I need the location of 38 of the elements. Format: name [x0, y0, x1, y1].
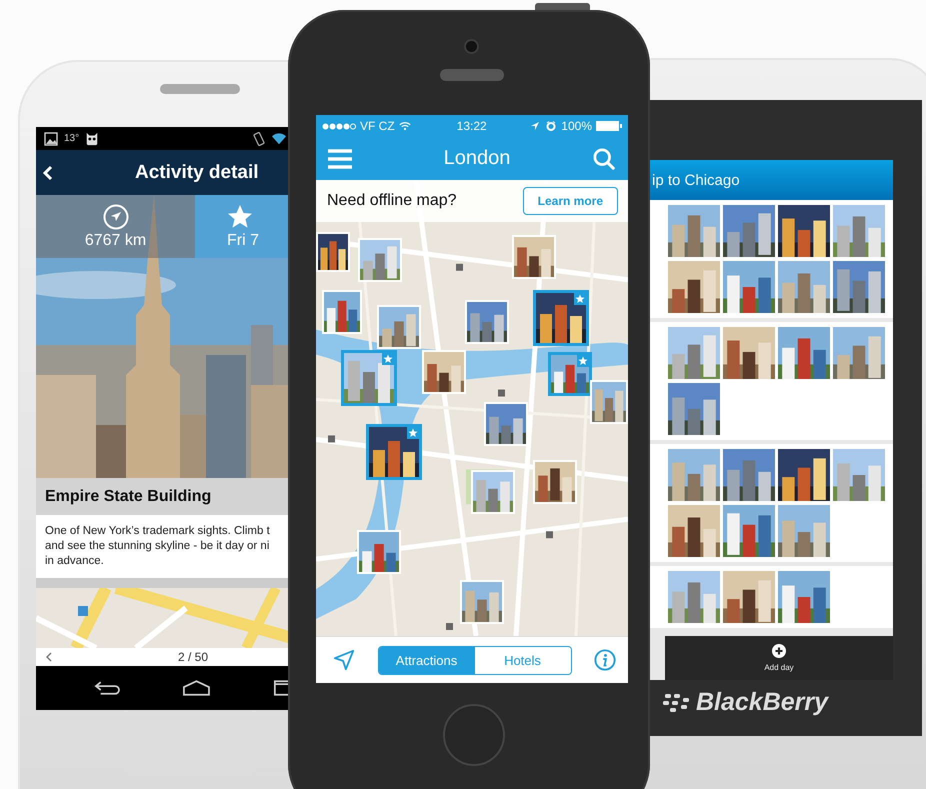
speaker-grille [440, 69, 504, 81]
navigation-icon[interactable] [333, 649, 355, 671]
page-counter: 2 / 50 [178, 650, 208, 664]
add-day-button[interactable]: Add day [665, 636, 893, 680]
back-icon[interactable] [93, 680, 122, 696]
screen-title: ip to Chicago [650, 160, 893, 200]
logo-icon [662, 692, 692, 712]
segment-tab[interactable]: Attractions [378, 646, 474, 674]
brand-name: BlackBerry [696, 688, 828, 717]
description: One of New York’s trademark sights. Climb t and see the stunning skyline - be it day or ni in advance. [44, 524, 270, 569]
info-icon[interactable] [594, 649, 616, 671]
screen-title: London [444, 147, 510, 170]
battery-percentage: 100% [561, 119, 592, 133]
battery-icon [596, 121, 622, 131]
screen-title: Activity detail [135, 162, 259, 184]
clock: 13:22 [456, 119, 487, 133]
previous-icon[interactable] [46, 652, 52, 662]
star-icon [227, 204, 253, 230]
menu-icon[interactable] [328, 148, 352, 170]
robot-icon [85, 132, 100, 146]
navigation-icon [102, 204, 128, 230]
location-icon [529, 121, 542, 131]
stat-value: Fri 7 [227, 232, 259, 250]
wifi-icon [272, 132, 286, 146]
home-icon[interactable] [182, 680, 211, 696]
alarm-icon [545, 121, 558, 131]
back-icon[interactable] [43, 164, 53, 180]
wifi-icon [398, 121, 411, 131]
camera-lens [466, 41, 477, 52]
image-icon [44, 132, 58, 146]
add-icon [772, 644, 786, 658]
stat-value: 6767 km [84, 232, 146, 250]
vibrate-icon [252, 132, 266, 146]
stat-tile[interactable]: 6767 km [36, 195, 195, 258]
search-icon[interactable] [592, 148, 616, 170]
signal-icon [322, 122, 356, 130]
temperature: 13° [64, 133, 80, 144]
carrier-name: VF CZ [360, 119, 395, 133]
